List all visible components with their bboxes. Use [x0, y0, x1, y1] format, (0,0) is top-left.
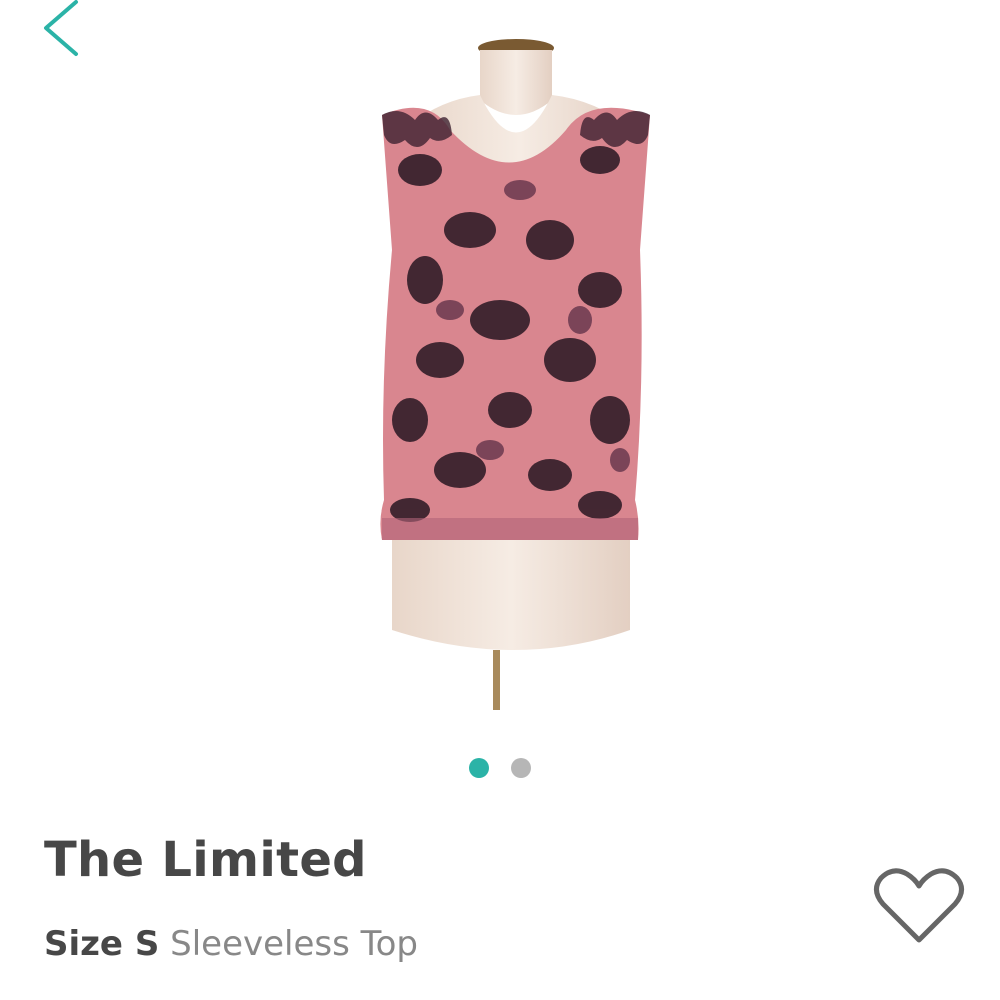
chevron-left-icon	[44, 0, 78, 56]
back-button[interactable]	[30, 0, 90, 60]
garment	[380, 107, 650, 541]
product-brand: The Limited	[44, 832, 367, 888]
product-size: Size S	[44, 924, 160, 964]
pagination-dot-2[interactable]	[511, 758, 531, 778]
mannequin-neck	[480, 50, 552, 115]
product-image[interactable]	[300, 20, 720, 720]
heart-outline-icon	[874, 868, 964, 943]
pagination-dot-1[interactable]	[469, 758, 489, 778]
product-category: Sleeveless Top	[170, 924, 419, 964]
mannequin-stand	[493, 650, 500, 710]
mannequin-lower-torso	[392, 525, 630, 650]
image-pagination	[0, 758, 1000, 778]
product-subtitle: Size S Sleeveless Top	[44, 924, 418, 964]
favorite-button[interactable]	[873, 864, 965, 946]
